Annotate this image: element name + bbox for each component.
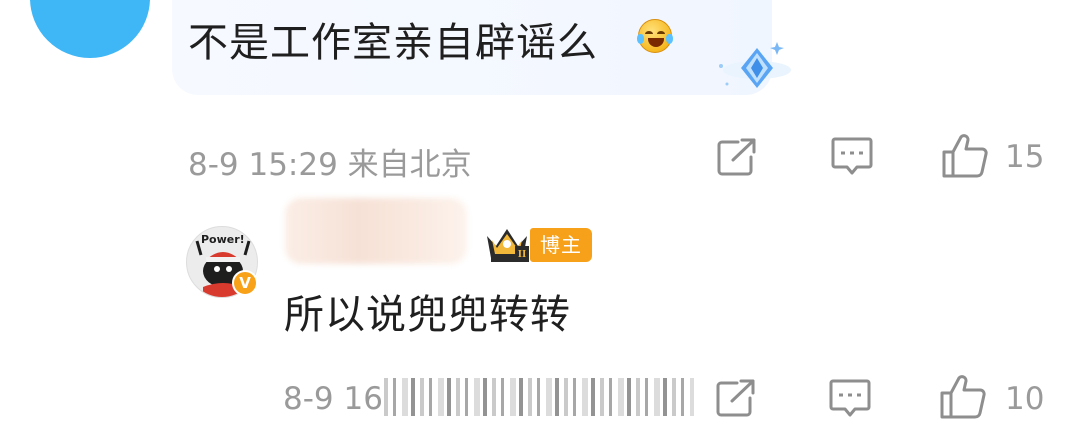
like-count: 10 bbox=[1005, 381, 1045, 417]
like-count: 15 bbox=[1005, 139, 1045, 175]
laughing-crying-emoji-icon bbox=[637, 19, 673, 53]
crown-level: II bbox=[515, 246, 529, 262]
comment-text: 不是工作室亲自辟谣么 bbox=[188, 20, 598, 66]
like-icon[interactable] bbox=[941, 133, 989, 179]
comment-icon[interactable] bbox=[828, 378, 872, 420]
share-icon[interactable] bbox=[715, 378, 757, 418]
crown-icon: II bbox=[484, 224, 530, 264]
redacted-location bbox=[384, 378, 694, 416]
verified-badge-icon: V bbox=[232, 270, 258, 296]
like-icon[interactable] bbox=[939, 374, 987, 420]
share-icon[interactable] bbox=[716, 137, 758, 177]
blurred-username[interactable] bbox=[285, 198, 467, 264]
reply-text: 所以说兜兜转转 bbox=[284, 292, 571, 338]
blogger-badge: 博主 bbox=[530, 228, 592, 262]
comment-meta: 8-9 15:29 来自北京 bbox=[188, 147, 472, 183]
commenter-avatar[interactable] bbox=[30, 0, 150, 58]
diamond-badge-icon bbox=[715, 36, 795, 100]
reply-meta: 8-9 16 bbox=[283, 381, 383, 417]
comment-icon[interactable] bbox=[830, 136, 874, 178]
